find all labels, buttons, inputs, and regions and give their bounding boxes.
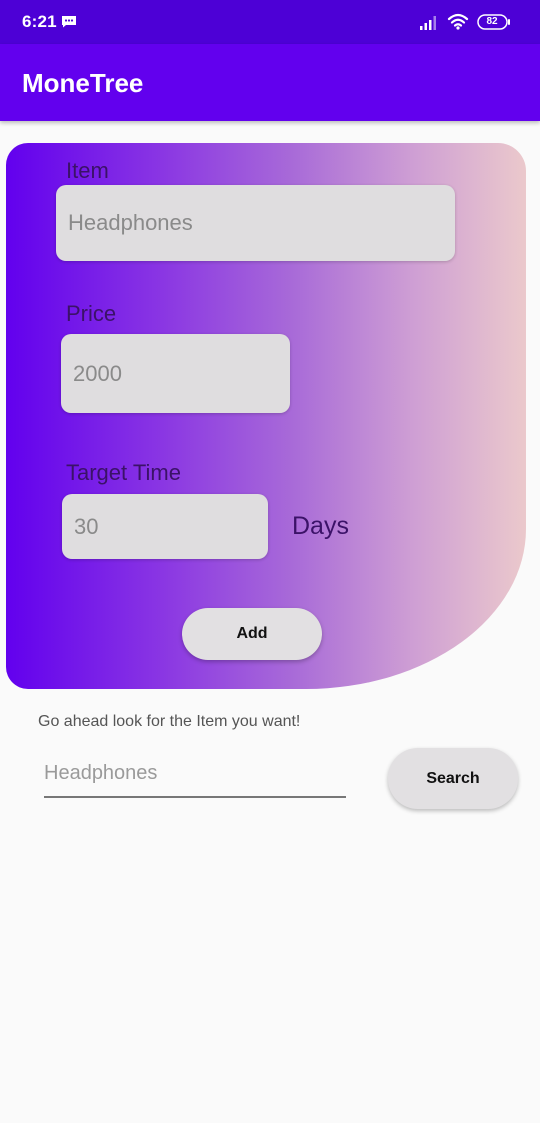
item-label: Item xyxy=(66,158,109,183)
wifi-icon xyxy=(447,13,469,30)
message-icon xyxy=(62,16,76,28)
item-field[interactable]: Headphones xyxy=(56,185,455,261)
signal-icon xyxy=(420,16,436,30)
price-label: Price xyxy=(66,301,117,326)
price-field[interactable]: 2000 xyxy=(61,334,290,413)
status-bar: 6:21 82 xyxy=(0,0,540,44)
search-button[interactable]: Search xyxy=(388,748,518,809)
status-time: 6:21 xyxy=(22,12,57,31)
target-time-field[interactable]: 30 xyxy=(62,494,268,559)
battery-level: 82 xyxy=(486,16,498,27)
add-button[interactable]: Add xyxy=(182,608,322,660)
app-title: MoneTree xyxy=(22,68,144,98)
days-label: Days xyxy=(292,512,349,540)
app-bar: MoneTree xyxy=(0,44,540,121)
search-prompt: Go ahead look for the Item you want! xyxy=(38,713,301,730)
search-input[interactable]: Headphones xyxy=(44,762,346,798)
target-time-label: Target Time xyxy=(66,460,181,485)
